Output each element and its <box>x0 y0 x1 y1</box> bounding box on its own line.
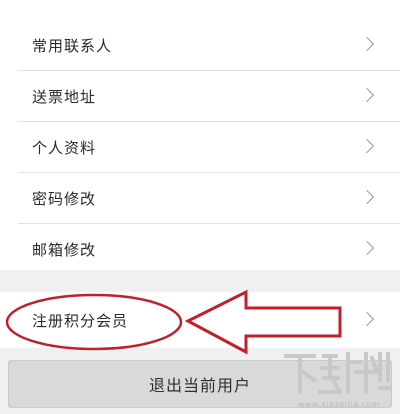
chevron-right-icon <box>359 138 375 154</box>
menu-item-label: 注册积分会员 <box>32 311 129 330</box>
menu-item-register-member[interactable]: 注册积分会员 <box>0 295 400 345</box>
chevron-right-icon <box>359 311 375 327</box>
watermark-url: www.xiazaiba.com <box>297 400 380 409</box>
menu-item-label: 送票地址 <box>32 87 97 106</box>
chevron-right-icon <box>359 189 375 205</box>
chevron-right-icon <box>359 36 375 52</box>
menu-item-contacts[interactable]: 常用联系人 <box>0 20 400 70</box>
menu-item-label: 邮箱修改 <box>32 240 97 259</box>
chevron-right-icon <box>359 87 375 103</box>
menu-item-change-password[interactable]: 密码修改 <box>0 173 400 223</box>
menu-item-label: 密码修改 <box>32 189 97 208</box>
settings-menu-card: 常用联系人 送票地址 个人资料 密码修改 邮箱修改 <box>0 0 400 270</box>
menu-item-delivery-address[interactable]: 送票地址 <box>0 71 400 121</box>
menu-item-label: 个人资料 <box>32 138 97 157</box>
menu-item-label: 常用联系人 <box>32 36 113 55</box>
menu-item-change-email[interactable]: 邮箱修改 <box>0 224 400 274</box>
member-card: 注册积分会员 <box>0 292 400 348</box>
chevron-right-icon <box>359 240 375 256</box>
menu-item-profile[interactable]: 个人资料 <box>0 122 400 172</box>
